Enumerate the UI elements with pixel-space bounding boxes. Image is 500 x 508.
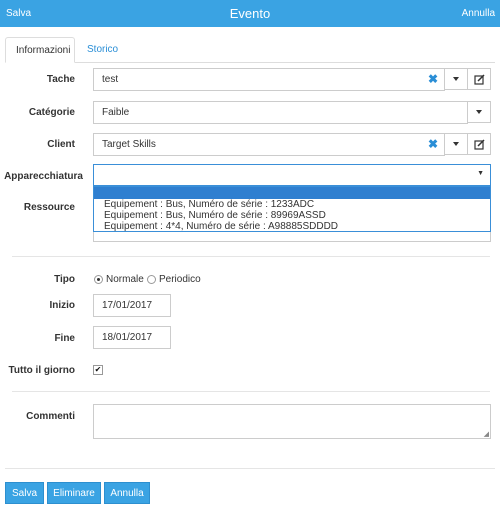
commenti-label: Commenti [26, 411, 75, 422]
tache-clear-icon[interactable]: ✖ [428, 72, 438, 86]
save-button[interactable]: Salva [5, 482, 44, 504]
tache-value: test [102, 74, 119, 85]
edit-icon [473, 138, 485, 150]
top-bar: Salva Evento Annulla [0, 0, 500, 27]
tipo-periodico-label: Periodico [159, 274, 201, 285]
categorie-value: Faible [102, 107, 130, 118]
page-title: Evento [229, 6, 271, 21]
tipo-normale-label: Normale [106, 274, 144, 285]
commenti-textarea[interactable]: ◢ [93, 404, 491, 439]
tache-dropdown-button[interactable] [444, 68, 468, 90]
delete-button[interactable]: Eliminare [47, 482, 101, 504]
divider [5, 468, 495, 469]
dropdown-option[interactable]: Equipement : 4*4, Numéro de série : A988… [94, 221, 490, 232]
apparecchiatura-select[interactable]: ▼ [93, 164, 491, 186]
client-dropdown-button[interactable] [444, 133, 468, 155]
client-value: Target Skills [102, 139, 156, 150]
categorie-dropdown-button[interactable] [467, 101, 491, 123]
dropdown-option[interactable]: Equipement : Bus, Numéro de série : 8996… [94, 210, 490, 221]
inizio-label: Inizio [49, 300, 75, 311]
tab-bar: Informazioni Storico [5, 37, 495, 63]
dropdown-option[interactable]: Equipement : Bus, Numéro de série : 1233… [94, 199, 490, 210]
inizio-value: 17/01/2017 [102, 300, 153, 311]
fine-date-input[interactable]: 18/01/2017 [93, 326, 171, 349]
divider [12, 391, 490, 392]
cancel-button[interactable]: Annulla [104, 482, 150, 504]
fine-label: Fine [54, 333, 75, 344]
tache-field[interactable]: test [93, 68, 445, 91]
tipo-label: Tipo [54, 274, 75, 285]
apparecchiatura-dropdown-list: Equipement : Bus, Numéro de série : 1233… [93, 186, 491, 232]
inizio-date-input[interactable]: 17/01/2017 [93, 294, 171, 317]
client-label: Client [47, 139, 75, 150]
tipo-periodico-radio[interactable] [147, 275, 156, 284]
client-edit-button[interactable] [467, 133, 491, 155]
fine-value: 18/01/2017 [102, 332, 153, 343]
chevron-down-icon [476, 110, 482, 114]
client-field[interactable]: Target Skills [93, 133, 445, 156]
ressource-label: Ressource [23, 202, 75, 213]
tipo-normale-radio[interactable] [94, 275, 103, 284]
tutto-checkbox[interactable]: ✔ [93, 365, 103, 375]
client-clear-icon[interactable]: ✖ [428, 137, 438, 151]
header-cancel-button[interactable]: Annulla [462, 8, 495, 19]
chevron-down-icon [453, 77, 459, 81]
tache-edit-button[interactable] [467, 68, 491, 90]
dropdown-highlighted-option[interactable] [94, 187, 490, 199]
edit-icon [473, 73, 485, 85]
tab-storico[interactable]: Storico [77, 37, 128, 63]
chevron-down-icon: ▼ [477, 170, 484, 177]
chevron-down-icon [453, 142, 459, 146]
tache-label: Tache [46, 74, 75, 85]
categorie-field[interactable]: Faible [93, 101, 468, 124]
resize-handle-icon[interactable]: ◢ [484, 430, 489, 438]
divider [12, 256, 490, 257]
tab-informazioni[interactable]: Informazioni [5, 37, 75, 63]
categorie-label: Catégorie [28, 107, 75, 118]
apparecchiatura-label: Apparecchiatura [4, 171, 83, 182]
tutto-label: Tutto il giorno [8, 365, 75, 376]
